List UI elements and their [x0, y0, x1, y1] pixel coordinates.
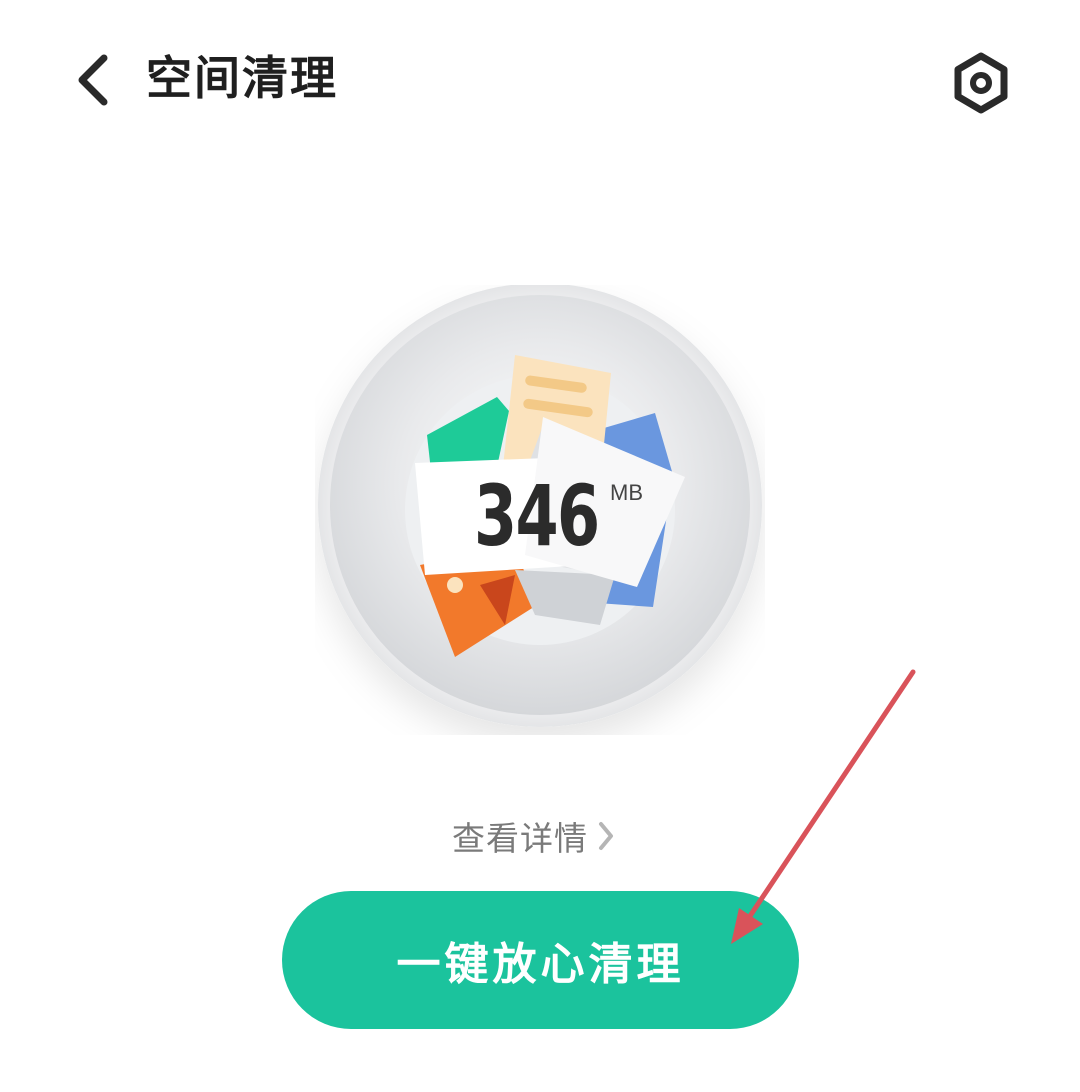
view-details-label: 查看详情 — [452, 819, 588, 858]
view-details-link[interactable]: 查看详情 — [452, 810, 616, 862]
one-click-clean-button[interactable]: 一键放心清理 — [282, 891, 799, 1029]
settings-hexagon-icon — [954, 52, 1008, 114]
junk-size-value: 346 — [474, 467, 600, 565]
chevron-left-icon — [78, 54, 108, 106]
chevron-right-icon — [596, 819, 616, 853]
junk-size-unit: MB — [610, 480, 643, 505]
back-button[interactable] — [62, 50, 122, 110]
clean-button-label: 一键放心清理 — [396, 939, 685, 990]
settings-button[interactable] — [944, 46, 1018, 120]
header-bar: 空间清理 — [0, 0, 1080, 160]
junk-size-readout: 346 MB — [470, 468, 670, 568]
page-title: 空间清理 — [146, 51, 338, 105]
